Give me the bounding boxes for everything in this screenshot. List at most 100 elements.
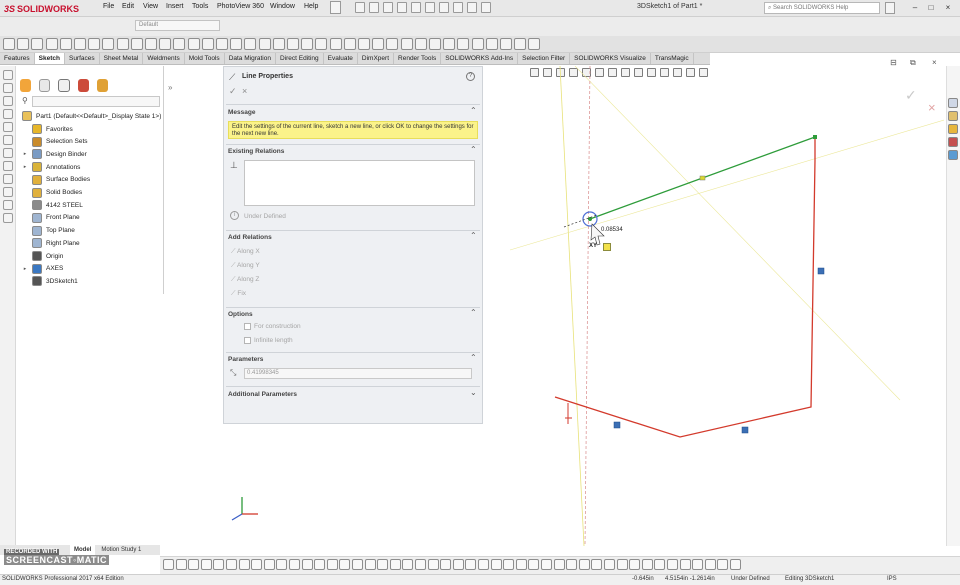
graphics-close-icon[interactable]: × — [932, 58, 937, 67]
expand-arrow-icon[interactable]: ▸ — [22, 266, 28, 272]
sketch-tool-icon[interactable] — [251, 559, 263, 570]
tree-item[interactable]: 3DSketch1 — [22, 275, 78, 287]
options-header[interactable]: Options — [228, 311, 253, 318]
collapse-chevron-icon[interactable]: ⌃ — [470, 106, 477, 115]
menu-view[interactable]: View — [143, 3, 158, 10]
sketch-command-icon[interactable] — [471, 38, 484, 50]
tree-item[interactable]: Right Plane — [22, 237, 80, 249]
tab-surfaces[interactable]: Surfaces — [65, 53, 100, 64]
tree-item[interactable]: ▸ Annotations — [22, 161, 80, 173]
tree-item[interactable]: Origin — [22, 250, 63, 262]
tab-evaluate[interactable]: Evaluate — [324, 53, 358, 64]
sketch-command-icon[interactable] — [159, 38, 172, 50]
tab-direct-editing[interactable]: Direct Editing — [276, 53, 324, 64]
existing-relations-header[interactable]: Existing Relations — [228, 148, 284, 155]
relation-marker-icon[interactable] — [817, 267, 825, 275]
solidworks-logo[interactable]: 3S SOLIDWORKS — [4, 2, 86, 15]
sketch-tool-icon[interactable] — [352, 559, 363, 570]
tab-render-tools[interactable]: Render Tools — [394, 53, 442, 64]
left-strip-icon[interactable] — [3, 200, 13, 210]
for-construction-checkbox[interactable] — [244, 323, 251, 330]
confirm-corner-cancel-icon[interactable]: × — [928, 100, 936, 115]
sketch-command-icon[interactable] — [116, 38, 129, 50]
sketch-command-icon[interactable] — [74, 38, 86, 50]
tree-item[interactable]: Selection Sets — [22, 136, 88, 148]
sketch-tool-icon[interactable] — [175, 559, 187, 570]
sketch-command-icon[interactable] — [287, 38, 299, 50]
sketch-tool-icon[interactable] — [427, 559, 439, 570]
sketch-command-icon[interactable] — [130, 38, 143, 50]
file-properties-icon[interactable] — [453, 2, 463, 13]
tree-item[interactable]: ▸ Design Binder — [22, 148, 87, 160]
sketch-command-icon[interactable] — [372, 38, 385, 50]
save-icon[interactable] — [383, 2, 393, 13]
tab-weldments[interactable]: Weldments — [143, 53, 185, 64]
sketch-tool-icon[interactable] — [528, 559, 540, 570]
sketch-tool-icon[interactable] — [566, 559, 578, 570]
collapse-chevron-icon[interactable]: ⌃ — [470, 353, 477, 362]
sketch-command-icon[interactable] — [201, 38, 214, 50]
pin-menu-icon[interactable] — [330, 1, 341, 14]
tree-item[interactable]: ▸ AXES — [22, 263, 63, 275]
confirm-corner-ok-icon[interactable]: ✓ — [905, 87, 917, 104]
sketch-command-icon[interactable] — [272, 38, 285, 50]
tab-dimxpert[interactable]: DimXpert — [358, 53, 395, 64]
maximize-button[interactable]: □ — [925, 2, 937, 14]
sketch-command-icon[interactable] — [145, 38, 157, 50]
menu-insert[interactable]: Insert — [166, 3, 184, 10]
sketch-command-icon[interactable] — [187, 38, 200, 50]
sketch-tool-icon[interactable] — [503, 559, 515, 570]
sketch-command-icon[interactable] — [358, 38, 370, 50]
collapse-chevron-icon[interactable]: ⌃ — [470, 145, 477, 154]
sketch-command-icon[interactable] — [3, 38, 15, 50]
sketch-command-icon[interactable] — [485, 38, 498, 50]
property-tab-icon[interactable] — [39, 79, 51, 92]
relation-marker-icon[interactable] — [613, 421, 621, 429]
sketch-tool-icon[interactable] — [515, 559, 527, 570]
ok-button[interactable]: ✓ — [229, 86, 237, 97]
sketch-tool-icon[interactable] — [629, 559, 641, 570]
sketch-tool-icon[interactable] — [717, 559, 729, 570]
graphics-area[interactable] — [484, 66, 944, 546]
sketch-tool-icon[interactable] — [440, 559, 452, 570]
sketch-tool-icon[interactable] — [415, 559, 426, 570]
sketch-tool-icon[interactable] — [301, 559, 313, 570]
sketch-command-icon[interactable] — [59, 38, 72, 50]
tree-root[interactable]: Part1 (Default<<Default>_Display State 1… — [22, 110, 161, 122]
new-file-icon[interactable] — [355, 2, 365, 13]
sketch-tool-icon[interactable] — [402, 559, 414, 570]
tab-solidworks-add-ins[interactable]: SOLIDWORKS Add-Ins — [441, 53, 519, 64]
menu-edit[interactable]: Edit — [122, 3, 134, 10]
undo-icon[interactable] — [411, 2, 421, 13]
collapse-chevron-icon[interactable]: ⌃ — [470, 231, 477, 240]
left-strip-icon[interactable] — [3, 148, 13, 158]
sketch-tool-icon[interactable] — [578, 559, 590, 570]
sketch-command-icon[interactable] — [258, 38, 271, 50]
configuration-select[interactable]: Default — [135, 20, 220, 31]
sketch-command-icon[interactable] — [443, 38, 456, 50]
add-relations-header[interactable]: Add Relations — [228, 234, 272, 241]
sketch-command-icon[interactable] — [329, 38, 342, 50]
tree-item[interactable]: Solid Bodies — [22, 187, 82, 199]
sketch-tool-icon[interactable] — [553, 559, 565, 570]
configuration-tab-icon[interactable] — [58, 79, 70, 92]
print-icon[interactable] — [397, 2, 407, 13]
left-strip-icon[interactable] — [3, 109, 13, 119]
tab-selection-filter[interactable]: Selection Filter — [518, 53, 571, 64]
collapse-chevron-icon[interactable]: ⌃ — [470, 308, 477, 317]
sketch-command-icon[interactable] — [244, 38, 257, 50]
sketch-command-icon[interactable] — [429, 38, 441, 50]
left-strip-icon[interactable] — [3, 161, 13, 171]
left-strip-icon[interactable] — [3, 122, 13, 132]
sketch-tool-icon[interactable] — [704, 559, 716, 570]
left-strip-icon[interactable] — [3, 213, 13, 223]
sketch-tool-icon[interactable] — [490, 559, 502, 570]
cancel-button[interactable]: × — [242, 86, 247, 96]
sketch-command-icon[interactable] — [230, 38, 243, 50]
sketch-command-icon[interactable] — [400, 38, 413, 50]
status-units[interactable]: IPS — [887, 576, 897, 582]
sketch-tool-icon[interactable] — [692, 559, 704, 570]
additional-parameters-header[interactable]: Additional Parameters — [228, 391, 297, 398]
tab-data-migration[interactable]: Data Migration — [225, 53, 276, 64]
tab-transmagic[interactable]: TransMagic — [651, 53, 694, 64]
